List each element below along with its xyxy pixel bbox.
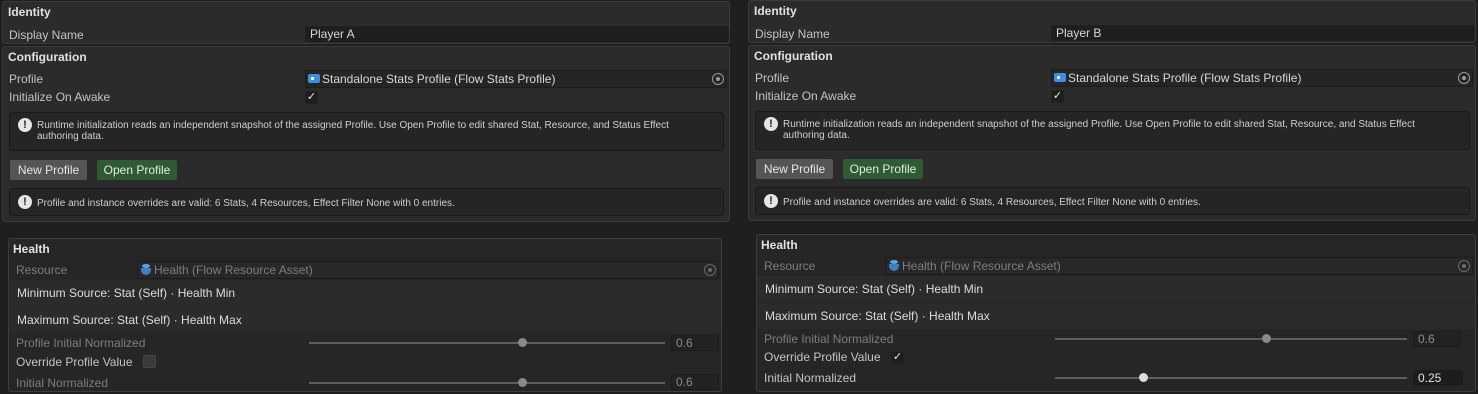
new-profile-button[interactable]: New Profile <box>755 158 834 180</box>
object-picker-icon <box>1458 260 1470 272</box>
identity-section: Identity Display Name Player B <box>748 0 1476 43</box>
maximum-source-text: Maximum Source: Stat (Self) · Health Max <box>17 313 242 327</box>
display-name-field[interactable]: Player B <box>1051 25 1475 41</box>
profile-object-field[interactable]: Standalone Stats Profile (Flow Stats Pro… <box>305 70 727 88</box>
health-title: Health <box>13 242 50 256</box>
initial-normalized-slider-track[interactable] <box>1055 373 1407 382</box>
validation-helpbox: ! Profile and instance overrides are val… <box>755 187 1470 215</box>
profile-object-value: Standalone Stats Profile (Flow Stats Pro… <box>322 72 556 86</box>
initial-normalized-slider-track <box>309 378 665 387</box>
display-name-label: Display Name <box>9 28 84 42</box>
configuration-title: Configuration <box>754 49 833 63</box>
identity-title: Identity <box>754 4 797 18</box>
new-profile-button[interactable]: New Profile <box>9 159 88 181</box>
override-profile-value-label: Override Profile Value <box>16 355 133 369</box>
initial-normalized-slider-thumb[interactable] <box>1138 373 1148 382</box>
profile-initial-slider-thumb <box>1261 334 1271 343</box>
info-icon: ! <box>764 194 778 208</box>
configuration-title: Configuration <box>8 50 87 64</box>
initial-normalized-slider-thumb <box>518 378 528 387</box>
minimum-source-row: Minimum Source: Stat (Self) · Health Min <box>757 276 1475 302</box>
initial-normalized-value-field[interactable]: 0.25 <box>1413 370 1463 386</box>
profile-initial-slider-track <box>1055 334 1407 343</box>
inspector-pane-player-a: Identity Display Name Player A Configura… <box>0 0 736 394</box>
resource-object-field: Health (Flow Resource Asset) <box>885 257 1473 275</box>
identity-title: Identity <box>8 5 51 19</box>
info-help-line-1: Runtime initialization reads an independ… <box>37 120 669 131</box>
info-icon: ! <box>18 118 32 132</box>
profile-initial-normalized-label: Profile Initial Normalized <box>764 332 894 346</box>
info-helpbox: ! Runtime initialization reads an indepe… <box>755 111 1470 150</box>
override-profile-value-label: Override Profile Value <box>764 350 881 364</box>
object-picker-icon <box>704 264 716 276</box>
resource-label: Resource <box>16 263 68 277</box>
health-resource-card: Health Resource Health (Flow Resource As… <box>8 238 722 392</box>
identity-section: Identity Display Name Player A <box>2 1 730 44</box>
open-profile-button[interactable]: Open Profile <box>842 158 924 180</box>
resource-asset-icon <box>141 264 151 276</box>
profile-initial-normalized-label: Profile Initial Normalized <box>16 336 146 350</box>
profile-initial-slider-thumb <box>518 338 528 347</box>
validation-help-text: Profile and instance overrides are valid… <box>37 198 455 209</box>
resource-label: Resource <box>764 259 816 273</box>
minimum-source-row: Minimum Source: Stat (Self) · Health Min <box>9 280 721 306</box>
info-icon: ! <box>764 117 778 131</box>
profile-initial-slider-track <box>309 338 665 347</box>
initial-normalized-label: Initial Normalized <box>764 371 857 385</box>
inspector-pane-player-b: Identity Display Name Player B Configura… <box>746 0 1478 394</box>
info-help-line-2: authoring data. <box>783 130 850 141</box>
configuration-section: Configuration Profile Standalone Stats P… <box>2 46 730 222</box>
resource-object-value: Health (Flow Resource Asset) <box>154 263 313 277</box>
override-profile-value-checkbox[interactable] <box>143 355 156 368</box>
validation-help-text: Profile and instance overrides are valid… <box>783 197 1201 208</box>
info-help-line-1: Runtime initialization reads an independ… <box>783 119 1415 130</box>
info-helpbox: ! Runtime initialization reads an indepe… <box>9 112 724 151</box>
initialize-on-awake-checkbox[interactable]: ✓ <box>1051 90 1064 103</box>
initialize-on-awake-label: Initialize On Awake <box>9 90 111 104</box>
health-title: Health <box>761 238 798 252</box>
info-help-line-2: authoring data. <box>37 131 104 142</box>
info-icon: ! <box>18 195 32 209</box>
resource-asset-icon <box>889 260 899 272</box>
display-name-field[interactable]: Player A <box>305 26 729 42</box>
initialize-on-awake-checkbox[interactable]: ✓ <box>305 91 318 104</box>
object-picker-icon[interactable] <box>712 73 724 85</box>
profile-object-field[interactable]: Standalone Stats Profile (Flow Stats Pro… <box>1051 69 1473 87</box>
initialize-on-awake-label: Initialize On Awake <box>755 89 857 103</box>
override-profile-value-checkbox[interactable]: ✓ <box>891 351 904 364</box>
resource-object-field: Health (Flow Resource Asset) <box>137 261 719 279</box>
profile-initial-value-field: 0.6 <box>671 335 719 351</box>
profile-initial-value-field: 0.6 <box>1413 331 1461 347</box>
validation-helpbox: ! Profile and instance overrides are val… <box>9 188 724 216</box>
maximum-source-text: Maximum Source: Stat (Self) · Health Max <box>765 309 990 323</box>
maximum-source-row: Maximum Source: Stat (Self) · Health Max <box>757 303 1475 329</box>
health-resource-card: Health Resource Health (Flow Resource As… <box>756 234 1476 392</box>
scriptable-object-icon <box>1054 73 1066 82</box>
maximum-source-row: Maximum Source: Stat (Self) · Health Max <box>9 307 721 333</box>
object-picker-icon[interactable] <box>1458 72 1470 84</box>
minimum-source-text: Minimum Source: Stat (Self) · Health Min <box>17 286 236 300</box>
resource-object-value: Health (Flow Resource Asset) <box>902 259 1061 273</box>
configuration-section: Configuration Profile Standalone Stats P… <box>748 45 1476 221</box>
initial-normalized-label: Initial Normalized <box>16 376 109 390</box>
open-profile-button[interactable]: Open Profile <box>96 159 178 181</box>
profile-label: Profile <box>755 71 790 85</box>
display-name-label: Display Name <box>755 27 830 41</box>
initial-normalized-value-field: 0.6 <box>671 374 719 390</box>
minimum-source-text: Minimum Source: Stat (Self) · Health Min <box>765 282 984 296</box>
scriptable-object-icon <box>308 74 320 83</box>
profile-label: Profile <box>9 72 44 86</box>
profile-object-value: Standalone Stats Profile (Flow Stats Pro… <box>1068 71 1302 85</box>
